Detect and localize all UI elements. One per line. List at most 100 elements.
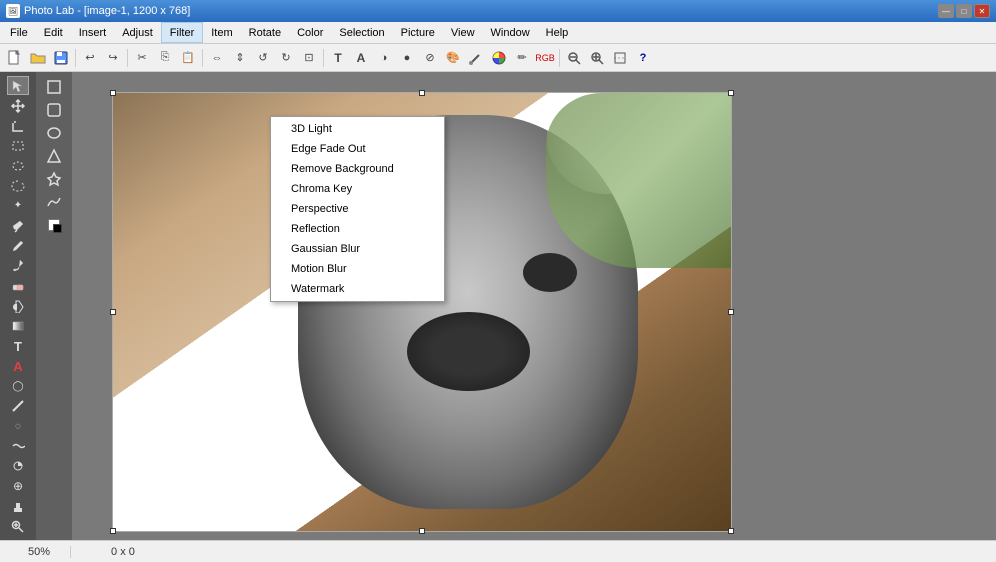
tb-open[interactable] <box>27 47 49 69</box>
tb-font[interactable]: A <box>350 47 372 69</box>
tb-contrast[interactable]: ● <box>396 47 418 69</box>
close-button[interactable]: ✕ <box>974 4 990 18</box>
tool-brush[interactable] <box>7 256 29 275</box>
p2-tool3[interactable] <box>43 122 65 144</box>
tool-clone[interactable]: ⊕ <box>7 477 29 496</box>
tb-help[interactable]: ? <box>632 47 654 69</box>
handle-top-left[interactable] <box>110 90 116 96</box>
tool-gradient[interactable] <box>7 317 29 336</box>
tool-text-red[interactable]: A <box>7 357 29 376</box>
menu-view[interactable]: View <box>443 22 483 43</box>
tb-new[interactable] <box>4 47 26 69</box>
tool-line[interactable] <box>7 397 29 416</box>
filter-perspective[interactable]: Perspective <box>271 199 444 219</box>
menu-item[interactable]: Item <box>203 22 240 43</box>
handle-top-center[interactable] <box>419 90 425 96</box>
tb-redo[interactable]: ↪ <box>102 47 124 69</box>
menu-color[interactable]: Color <box>289 22 331 43</box>
filter-watermark[interactable]: Watermark <box>271 279 444 299</box>
tb-rotate-r[interactable]: ↻ <box>275 47 297 69</box>
minimize-button[interactable]: — <box>938 4 954 18</box>
tool-blur[interactable]: ◌ <box>7 417 29 436</box>
tb-eyedrop[interactable] <box>465 47 487 69</box>
tool-text[interactable]: T <box>7 337 29 356</box>
title-bar: 🖼 Photo Lab - [image-1, 1200 x 768] — □ … <box>0 0 996 22</box>
filter-motion-blur[interactable]: Motion Blur <box>271 259 444 279</box>
tb-undo[interactable]: ↩ <box>79 47 101 69</box>
tool-smudge[interactable] <box>7 437 29 456</box>
sep5 <box>559 49 560 67</box>
tb-pencil-tool[interactable]: ✏ <box>511 47 533 69</box>
filter-reflection[interactable]: Reflection <box>271 219 444 239</box>
tb-zoom-out[interactable] <box>563 47 585 69</box>
menu-selection[interactable]: Selection <box>331 22 392 43</box>
title-bar-left: 🖼 Photo Lab - [image-1, 1200 x 768] <box>6 4 190 18</box>
p2-color-fg[interactable] <box>43 214 65 236</box>
handle-top-right[interactable] <box>728 90 734 96</box>
p2-tool1[interactable] <box>43 76 65 98</box>
tool-move[interactable] <box>7 96 29 115</box>
tool-arrow[interactable] <box>7 76 29 95</box>
menu-help[interactable]: Help <box>538 22 577 43</box>
tb-invert[interactable]: ⊘ <box>419 47 441 69</box>
menu-filter[interactable]: Filter <box>161 22 203 43</box>
filter-edge-fade-out[interactable]: Edge Fade Out <box>271 139 444 159</box>
tb-cut[interactable]: ✂ <box>131 47 153 69</box>
tool-eraser[interactable] <box>7 276 29 295</box>
tb-zoom-fit[interactable] <box>609 47 631 69</box>
menu-file[interactable]: File <box>2 22 36 43</box>
tb-text-btn[interactable]: T <box>327 47 349 69</box>
menu-bar: File Edit Insert Adjust Filter Item Rota… <box>0 22 996 44</box>
tb-colorwheel[interactable] <box>488 47 510 69</box>
tb-flip-v[interactable]: ⇕ <box>229 47 251 69</box>
filter-dropdown: 3D Light Edge Fade Out Remove Background… <box>270 116 445 302</box>
menu-window[interactable]: Window <box>483 22 538 43</box>
p2-tool6[interactable] <box>43 191 65 213</box>
menu-rotate[interactable]: Rotate <box>241 22 289 43</box>
tool-lasso[interactable] <box>7 176 29 195</box>
status-coordinates: 0 x 0 <box>91 546 155 558</box>
filter-gaussian-blur[interactable]: Gaussian Blur <box>271 239 444 259</box>
handle-bottom-right[interactable] <box>728 528 734 534</box>
tool-pencil[interactable] <box>7 236 29 255</box>
tool-crop[interactable] <box>7 116 29 135</box>
menu-insert[interactable]: Insert <box>71 22 115 43</box>
handle-bottom-center[interactable] <box>419 528 425 534</box>
tool-select-rect[interactable] <box>7 136 29 155</box>
tool-magic-wand[interactable]: ✦ <box>7 196 29 215</box>
tool-fill[interactable] <box>7 297 29 316</box>
tool-zoom[interactable] <box>7 517 29 536</box>
filter-3d-light[interactable]: 3D Light <box>271 119 444 139</box>
tb-colors[interactable]: 🎨 <box>442 47 464 69</box>
tb-save[interactable] <box>50 47 72 69</box>
tool-stamp[interactable] <box>7 497 29 516</box>
p2-tool2[interactable] <box>43 99 65 121</box>
tb-copy[interactable]: ⎘ <box>154 47 176 69</box>
tb-zoom-in-btn[interactable] <box>586 47 608 69</box>
tb-rgb[interactable]: RGB <box>534 47 556 69</box>
tb-brightness[interactable]: ◑ <box>373 47 395 69</box>
title-bar-controls[interactable]: — □ ✕ <box>938 4 990 18</box>
menu-edit[interactable]: Edit <box>36 22 71 43</box>
p2-tool5[interactable] <box>43 168 65 190</box>
tb-flip-h[interactable]: ⇔ <box>206 47 228 69</box>
menu-picture[interactable]: Picture <box>393 22 443 43</box>
menu-adjust[interactable]: Adjust <box>114 22 161 43</box>
maximize-button[interactable]: □ <box>956 4 972 18</box>
tb-rotate-l[interactable]: ↺ <box>252 47 274 69</box>
status-zoom: 50% <box>8 546 71 558</box>
handle-bottom-left[interactable] <box>110 528 116 534</box>
p2-tool4[interactable] <box>43 145 65 167</box>
handle-mid-left[interactable] <box>110 309 116 315</box>
tool-select-ellipse[interactable] <box>7 156 29 175</box>
tb-paste[interactable]: 📋 <box>177 47 199 69</box>
tool-dodge[interactable] <box>7 457 29 476</box>
handle-mid-right[interactable] <box>728 309 734 315</box>
sep4 <box>323 49 324 67</box>
tool-eyedropper[interactable] <box>7 216 29 235</box>
filter-chroma-key[interactable]: Chroma Key <box>271 179 444 199</box>
filter-remove-background[interactable]: Remove Background <box>271 159 444 179</box>
tool-shape[interactable]: ◯ <box>7 377 29 396</box>
tb-crop-btn[interactable]: ⊡ <box>298 47 320 69</box>
sep3 <box>202 49 203 67</box>
